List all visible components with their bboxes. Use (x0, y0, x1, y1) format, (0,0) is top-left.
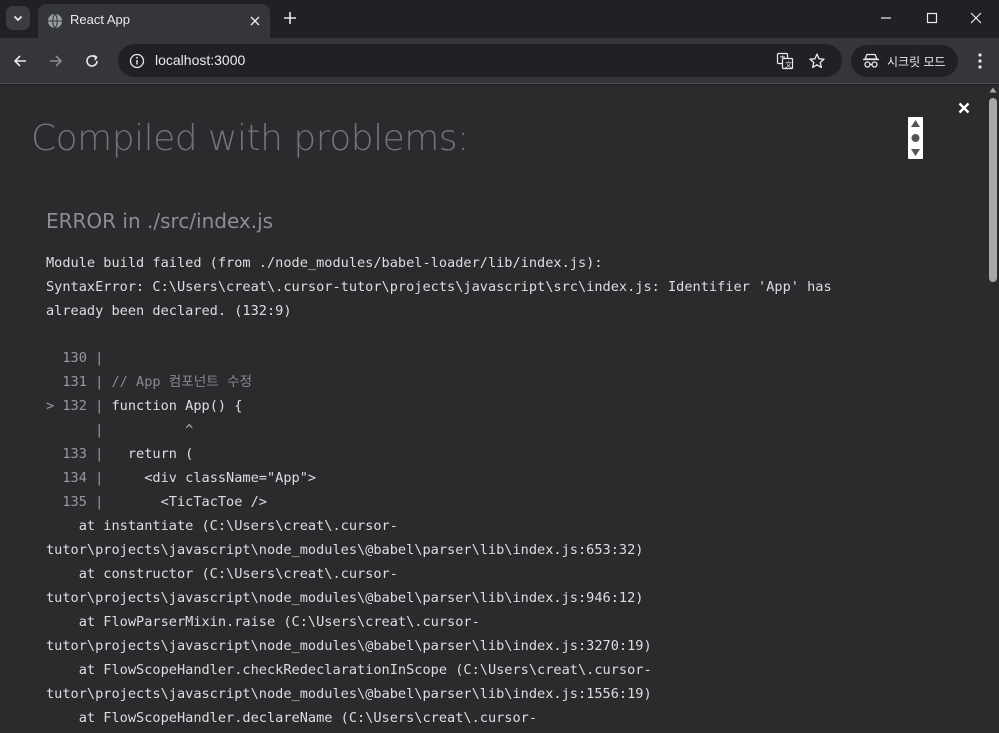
bookmark-button[interactable] (806, 50, 828, 72)
overlay-title: Compiled with problems: (31, 118, 469, 159)
code-line: 131 | // App 컴포넌트 수정 (46, 370, 316, 394)
close-icon (958, 102, 970, 114)
code-line-highlighted: > 132 | function App() { (46, 394, 316, 418)
line-gutter: > 132 | (46, 398, 112, 414)
error-message-line: SyntaxError: C:\Users\creat\.cursor-tuto… (46, 279, 832, 295)
stack-line: tutor\projects\javascript\node_modules\@… (46, 686, 652, 702)
caret-marker: ^ (111, 422, 194, 438)
stack-line: tutor\projects\javascript\node_modules\@… (46, 542, 644, 558)
code-line: 130 | (46, 346, 316, 370)
error-overlay: Compiled with problems: ERROR in ./src/i… (0, 85, 999, 733)
translate-icon: 文 (776, 52, 794, 70)
minimize-button[interactable] (863, 0, 909, 36)
plus-icon (284, 12, 296, 24)
line-gutter: 133 | (46, 446, 112, 462)
page-scrollbar[interactable] (987, 85, 999, 733)
scroll-up-arrow-icon[interactable] (989, 86, 997, 94)
error-navigation[interactable] (908, 117, 923, 159)
line-gutter: 134 | (46, 470, 112, 486)
error-nav-arrows-icon (911, 120, 920, 156)
scrollbar-thumb[interactable] (989, 98, 997, 282)
tab-search-button[interactable] (6, 6, 30, 30)
bookmark-star-icon (809, 53, 825, 69)
browser-toolbar: localhost:3000 文 시크릿 모드 (0, 38, 999, 84)
line-gutter: | (46, 422, 112, 438)
translate-button[interactable]: 文 (774, 50, 796, 72)
stack-line: tutor\projects\javascript\node_modules\@… (46, 638, 652, 654)
tab-title: React App (70, 12, 130, 27)
close-icon (250, 16, 260, 26)
reload-button[interactable] (79, 48, 105, 74)
stack-line: at FlowScopeHandler.checkRedeclarationIn… (46, 662, 652, 678)
maximize-button[interactable] (909, 0, 955, 36)
site-info-button[interactable] (126, 50, 147, 71)
back-arrow-icon (13, 55, 26, 67)
stack-line: at instantiate (C:\Users\creat\.cursor- (46, 518, 398, 534)
line-gutter: 131 | (46, 374, 112, 390)
error-message-line: Module build failed (from ./node_modules… (46, 255, 603, 271)
new-tab-button[interactable] (279, 7, 301, 29)
code-line: 133 | return ( (46, 442, 316, 466)
stack-trace: at instantiate (C:\Users\creat\.cursor- … (46, 514, 946, 730)
overlay-close-button[interactable] (955, 99, 973, 117)
tab-react-app[interactable]: React App (38, 4, 270, 38)
minimize-icon (881, 17, 891, 19)
error-message-line: already been declared. (132:9) (46, 303, 292, 319)
incognito-indicator[interactable]: 시크릿 모드 (851, 45, 958, 77)
code-frame: 130 | 131 | // App 컴포넌트 수정 > 132 | funct… (46, 346, 316, 514)
window-close-button[interactable] (953, 0, 999, 36)
stack-line: at constructor (C:\Users\creat\.cursor- (46, 566, 398, 582)
browser-menu-button[interactable] (968, 48, 992, 74)
stack-line: at FlowParserMixin.raise (C:\Users\creat… (46, 614, 480, 630)
site-info-icon (129, 53, 144, 68)
line-gutter: 135 | (46, 494, 112, 510)
forward-button[interactable] (43, 48, 69, 74)
svg-text:文: 文 (785, 60, 792, 69)
code-line: 134 | <div className="App"> (46, 466, 316, 490)
maximize-icon (926, 12, 938, 24)
incognito-icon (863, 53, 879, 68)
line-code: <div className="App"> (111, 470, 317, 486)
tab-strip: React App (0, 0, 999, 38)
code-line: 135 | <TicTacToe /> (46, 490, 316, 514)
forward-arrow-icon (50, 55, 63, 67)
code-line-marker: | ^ (46, 418, 316, 442)
tab-search-icon (13, 15, 23, 22)
window-close-icon (970, 12, 982, 24)
globe-favicon-icon (48, 13, 62, 29)
line-gutter: 130 | (46, 350, 112, 366)
url-text: localhost:3000 (155, 52, 246, 68)
reload-icon (86, 54, 98, 67)
line-code: // App 컴포넌트 수정 (111, 374, 252, 390)
stack-line: at FlowScopeHandler.declareName (C:\User… (46, 710, 538, 726)
error-heading: ERROR in ./src/index.js (46, 209, 274, 233)
line-code: return ( (111, 446, 194, 462)
incognito-label: 시크릿 모드 (887, 55, 946, 69)
tab-close-button[interactable] (246, 12, 264, 30)
address-bar[interactable]: localhost:3000 文 (118, 44, 842, 77)
error-message: Module build failed (from ./node_modules… (46, 251, 926, 323)
more-vert-icon (978, 53, 982, 69)
line-code: function App() { (111, 398, 243, 414)
line-code: <TicTacToe /> (111, 494, 267, 510)
back-button[interactable] (7, 48, 33, 74)
stack-line: tutor\projects\javascript\node_modules\@… (46, 590, 644, 606)
